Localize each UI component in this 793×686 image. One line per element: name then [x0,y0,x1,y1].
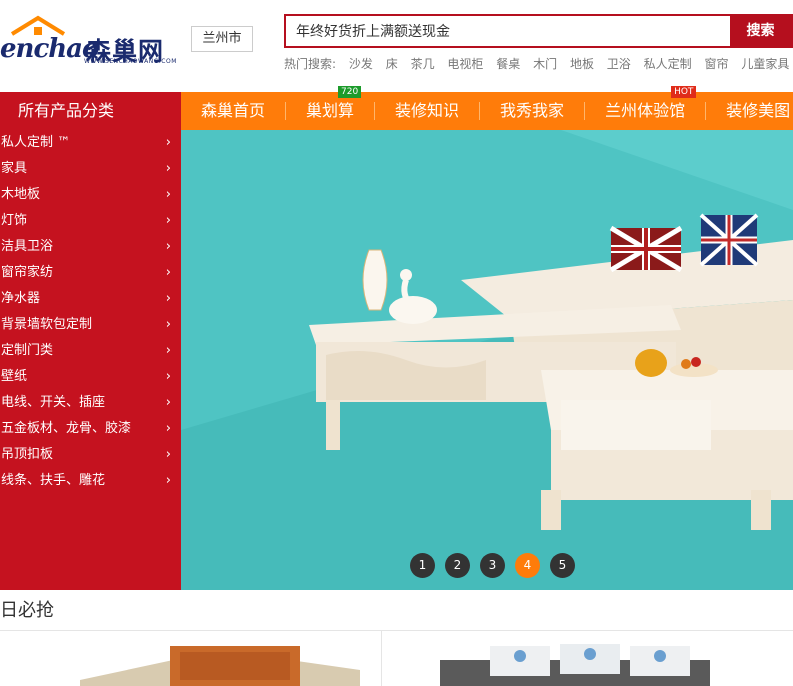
category-item[interactable]: 壁纸 › [0,364,181,390]
category-label: 家具 [1,161,28,176]
search-box: 搜索 [284,14,793,48]
hot-search-item[interactable]: 茶几 [411,57,435,71]
nav-item-home[interactable]: 森巢首页 [181,92,285,130]
nav-badge: 720 [338,86,362,98]
hot-search-label: 热门搜索: [284,57,337,71]
city-selector[interactable]: 兰州市 [191,26,253,52]
chevron-right-icon: › [165,291,171,306]
product-divider [381,630,382,686]
category-item[interactable]: 吊顶扣板 › [0,442,181,468]
chevron-right-icon: › [165,239,171,254]
category-item[interactable]: 窗帘家纺 › [0,260,181,286]
chevron-right-icon: › [165,135,171,150]
section-divider [0,630,793,631]
hot-search-item[interactable]: 地板 [570,57,594,71]
hot-search-item[interactable]: 沙发 [349,57,373,71]
category-item[interactable]: 私人定制 ™ › [0,130,181,156]
hot-search-item[interactable]: 私人定制 [644,57,692,71]
chevron-right-icon: › [165,473,171,488]
category-item[interactable]: 电线、开关、插座 › [0,390,181,416]
category-label: 私人定制 ™ [1,135,71,150]
category-label: 灯饰 [1,213,28,228]
hot-search-item[interactable]: 儿童家具 [741,57,789,71]
nav-item-gallery[interactable]: 装修美图 [706,92,793,130]
nav-item-label: 我秀我家 [500,101,565,120]
nav-item-experience-hall[interactable]: HOT 兰州体验馆 [585,86,705,130]
carousel-dot[interactable]: 2 [445,553,470,578]
chevron-right-icon: › [165,421,171,436]
chevron-right-icon: › [165,161,171,176]
product-image-bed[interactable] [60,640,360,686]
category-label: 窗帘家纺 [1,265,54,280]
search-button[interactable]: 搜索 [730,16,791,46]
nav-item-label: 装修知识 [395,101,460,120]
category-item[interactable]: 灯饰 › [0,208,181,234]
nav-item-label: 装修美图 [726,101,791,120]
category-label: 定制门类 [1,343,54,358]
chevron-right-icon: › [165,213,171,228]
category-label: 背景墙软包定制 [1,317,93,332]
search-input[interactable] [286,16,732,46]
nav-badge: HOT [671,86,697,98]
main-nav: 所有产品分类 森巢首页 720 巢划算 装修知识 我秀我家 HOT 兰州体验馆 … [0,86,793,130]
nav-item-knowledge[interactable]: 装修知识 [375,92,479,130]
chevron-right-icon: › [165,317,171,332]
furniture-banner-image [181,130,793,590]
category-label: 吊顶扣板 [1,447,54,462]
category-item[interactable]: 定制门类 › [0,338,181,364]
nav-menu: 森巢首页 720 巢划算 装修知识 我秀我家 HOT 兰州体验馆 装修美图 [181,86,793,130]
category-item[interactable]: 背景墙软包定制 › [0,312,181,338]
category-sidebar: 私人定制 ™ › 家具 › 木地板 › 灯饰 › 洁具卫浴 › 窗帘家纺 › 净水器 › 背景… [0,130,181,590]
category-label: 五金板材、龙骨、胶漆 [1,421,132,436]
chevron-right-icon: › [165,343,171,358]
carousel-dot[interactable]: 1 [410,553,435,578]
category-item[interactable]: 线条、扶手、雕花 › [0,468,181,494]
chevron-right-icon: › [165,265,171,280]
hot-search-item[interactable]: 木门 [533,57,557,71]
nav-item-label: 森巢首页 [201,101,266,120]
hot-search-item[interactable]: 电视柜 [447,57,483,71]
nav-item-label: 巢划算 [306,101,355,120]
section-title: 日必抢 [0,600,54,621]
chevron-right-icon: › [165,369,171,384]
category-label: 壁纸 [1,369,28,384]
hot-search-item[interactable]: 餐桌 [496,57,520,71]
category-label: 线条、扶手、雕花 [1,473,106,488]
chevron-right-icon: › [165,395,171,410]
hot-searches: 热门搜索: 沙发 床 茶几 电视柜 餐桌 木门 地板 卫浴 私人定制 窗帘 儿童… [284,55,793,72]
category-item[interactable]: 木地板 › [0,182,181,208]
header: enchao 森巢网 WWW.SENCHAOWANG.COM 兰州市 搜索 热门… [0,0,793,92]
chevron-right-icon: › [165,447,171,462]
logo-url-text: WWW.SENCHAOWANG.COM [84,58,177,65]
hot-search-item[interactable]: 窗帘 [704,57,728,71]
nav-item-deals[interactable]: 720 巢划算 [286,86,374,130]
category-item[interactable]: 家具 › [0,156,181,182]
carousel-dot[interactable]: 5 [550,553,575,578]
carousel-pagination: 1 2 3 4 5 [410,553,585,578]
hot-search-item[interactable]: 床 [386,57,398,71]
nav-item-showcase[interactable]: 我秀我家 [480,92,584,130]
category-item[interactable]: 洁具卫浴 › [0,234,181,260]
category-label: 洁具卫浴 [1,239,54,254]
chevron-right-icon: › [165,187,171,202]
category-label: 净水器 [1,291,41,306]
category-item[interactable]: 五金板材、龙骨、胶漆 › [0,416,181,442]
hot-search-item[interactable]: 卫浴 [607,57,631,71]
nav-item-label: 兰州体验馆 [605,101,686,120]
product-image-sofa[interactable] [430,640,720,686]
carousel-dot-active[interactable]: 4 [515,553,540,578]
site-logo[interactable]: enchao 森巢网 WWW.SENCHAOWANG.COM [0,14,180,66]
category-item[interactable]: 净水器 › [0,286,181,312]
carousel-dot[interactable]: 3 [480,553,505,578]
hero-banner[interactable] [181,130,793,590]
category-label: 木地板 [1,187,41,202]
category-label: 电线、开关、插座 [1,395,106,410]
all-categories-title[interactable]: 所有产品分类 [0,92,181,130]
